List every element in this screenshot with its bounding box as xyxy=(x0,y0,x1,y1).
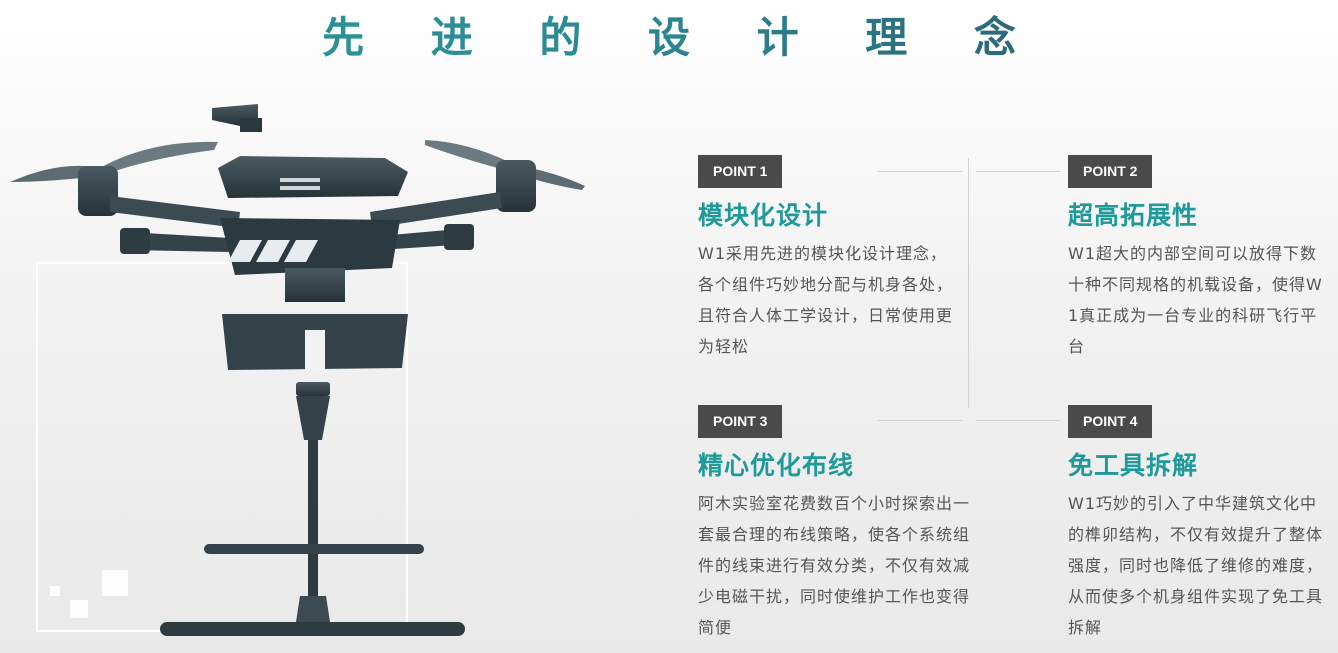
point-description: W1超大的内部空间可以放得下数十种不同规格的机载设备，使得W1真正成为一台专业的… xyxy=(1068,244,1323,356)
feature-point-4: POINT 4 免工具拆解 W1巧妙的引入了中华建筑文化中的榫卯结构，不仅有效提… xyxy=(1068,405,1330,643)
point-title: 精心优化布线 xyxy=(698,451,855,480)
point-title: 超高拓展性 xyxy=(1068,201,1199,230)
grid-divider-horizontal xyxy=(976,420,1060,421)
point-title: 免工具拆解 xyxy=(1068,451,1199,480)
grid-divider-vertical xyxy=(968,158,969,408)
point-badge: POINT 3 xyxy=(698,405,783,438)
point-badge: POINT 4 xyxy=(1068,405,1153,438)
point-description: W1采用先进的模块化设计理念，各个组件巧妙地分配与机身各处，且符合人体工学设计，… xyxy=(698,244,954,356)
drone-exploded-illustration xyxy=(10,104,585,636)
point-badge: POINT 2 xyxy=(1068,155,1153,188)
point-title: 模块化设计 xyxy=(698,201,829,230)
point-description: W1巧妙的引入了中华建筑文化中的榫卯结构，不仅有效提升了整体强度，同时也降低了维… xyxy=(1068,494,1324,637)
feature-point-1: POINT 1 模块化设计 W1采用先进的模块化设计理念，各个组件巧妙地分配与机… xyxy=(698,155,963,362)
feature-point-2: POINT 2 超高拓展性 W1超大的内部空间可以放得下数十种不同规格的机载设备… xyxy=(1068,155,1328,362)
point-description: 阿木实验室花费数百个小时探索出一套最合理的布线策略，使各个系统组件的线束进行有效… xyxy=(698,494,971,637)
page-title: 先 进 的 设 计 理 念 xyxy=(0,4,1338,65)
grid-divider-horizontal xyxy=(976,171,1060,172)
point-badge: POINT 1 xyxy=(698,155,783,188)
feature-point-3: POINT 3 精心优化布线 阿木实验室花费数百个小时探索出一套最合理的布线策略… xyxy=(698,405,973,643)
